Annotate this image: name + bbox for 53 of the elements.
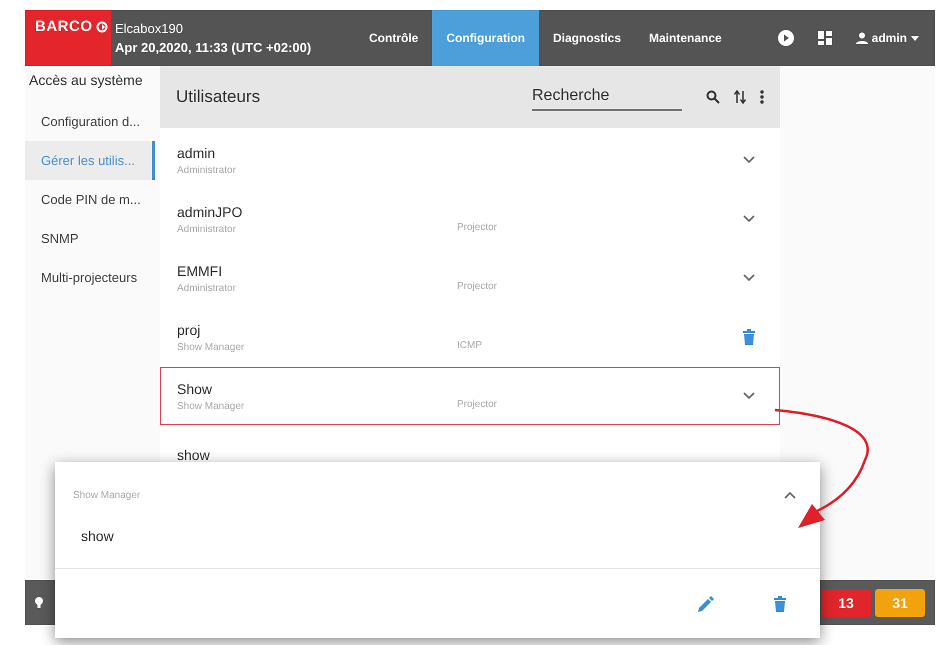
- expand-icon[interactable]: [743, 156, 755, 164]
- count-badge[interactable]: 13: [821, 588, 871, 616]
- nav-tab[interactable]: Diagnostics: [539, 10, 636, 66]
- expand-icon[interactable]: [743, 215, 755, 223]
- expand-icon[interactable]: [743, 274, 755, 282]
- user-name: adminJPO: [177, 204, 244, 220]
- nav-tab[interactable]: Contrôle: [355, 10, 432, 66]
- trash-icon[interactable]: [774, 596, 786, 612]
- user-role: Show Manager: [177, 400, 246, 412]
- user-row[interactable]: adminJPO Administrator Projector: [160, 190, 780, 248]
- more-icon[interactable]: [760, 90, 764, 104]
- sidebar-item[interactable]: Multi-projecteurs: [25, 258, 155, 297]
- caret-icon: [911, 36, 919, 40]
- user-row[interactable]: Show Show Manager Projector: [160, 367, 780, 425]
- user-role: Administrator: [177, 164, 237, 176]
- sidebar-item[interactable]: Configuration d...: [25, 102, 155, 141]
- dashboard-icon[interactable]: [818, 31, 832, 45]
- user-name: show: [177, 447, 211, 463]
- sidebar-item[interactable]: SNMP: [25, 219, 155, 258]
- collapse-icon[interactable]: [784, 491, 796, 499]
- logo: BARCO: [25, 10, 111, 66]
- user-name: proj: [177, 322, 202, 338]
- sort-icon[interactable]: [734, 90, 746, 104]
- person-icon: [856, 32, 868, 44]
- lightbulb-icon[interactable]: [35, 596, 43, 608]
- search-icon[interactable]: [706, 90, 720, 104]
- user-name: EMMFI: [177, 262, 224, 278]
- user-row[interactable]: proj Show Manager ICMP: [160, 308, 780, 366]
- trash-icon[interactable]: [743, 329, 755, 345]
- search-field[interactable]: Recherche: [532, 83, 682, 111]
- date-time: Apr 20,2020, 11:33 (UTC +02:00): [115, 40, 312, 55]
- sidebar-item[interactable]: Code PIN de m...: [25, 180, 155, 219]
- user-source: Projector: [457, 398, 498, 410]
- play-icon[interactable]: [778, 30, 794, 46]
- user-role: Administrator: [177, 224, 237, 234]
- user-role: Show Manager: [177, 342, 246, 352]
- user-source: Projector: [457, 222, 498, 232]
- expand-icon[interactable]: [743, 392, 755, 400]
- pencil-icon[interactable]: [698, 596, 714, 612]
- user-role: Show Manager: [73, 490, 140, 500]
- user-source: ICMP: [457, 340, 482, 350]
- panel-title: Utilisateurs: [176, 87, 260, 107]
- user-row[interactable]: EMMFI Administrator Projector: [160, 249, 780, 307]
- nav-tab[interactable]: Maintenance: [635, 10, 736, 66]
- user-menu[interactable]: admin: [856, 31, 919, 45]
- user-row[interactable]: admin Administrator: [160, 131, 780, 189]
- user-name: admin: [177, 144, 216, 160]
- user-role: Administrator: [177, 282, 237, 294]
- user-name: Show: [177, 380, 214, 396]
- user-source: Projector: [457, 280, 498, 292]
- sidebar-heading: Accès au système: [28, 71, 144, 90]
- device-name: Elcabox190: [115, 21, 184, 36]
- user-row[interactable]: show: [160, 426, 780, 475]
